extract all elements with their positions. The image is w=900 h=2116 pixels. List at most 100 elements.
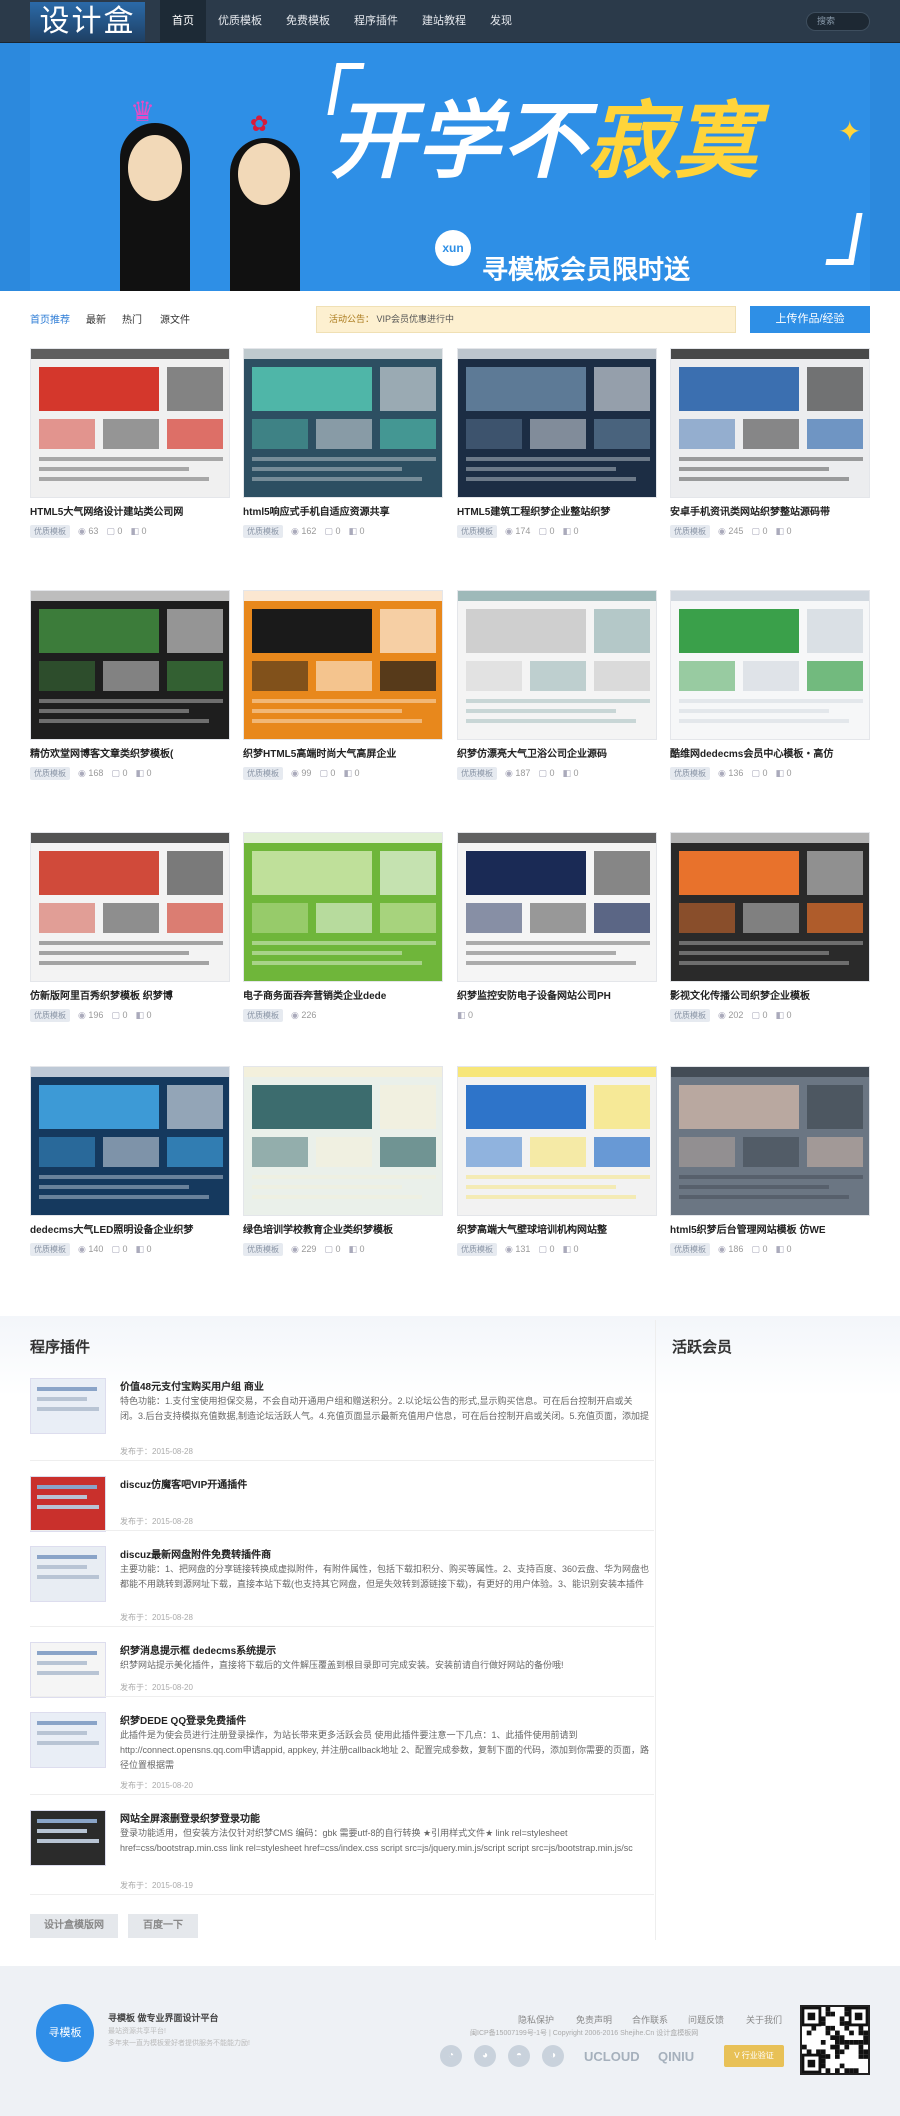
template-thumbnail[interactable]	[670, 1066, 870, 1216]
template-card[interactable]: 安卓手机资讯类网站织梦整站源码带 优质模板 ◉ 245 ▢ 0 ◧ 0	[670, 348, 870, 538]
wechat-icon[interactable]: ◕	[474, 2045, 496, 2067]
category-tag[interactable]: 优质模板	[457, 766, 497, 780]
tab-source-files[interactable]: 源文件	[160, 311, 190, 326]
plugin-thumbnail[interactable]	[30, 1378, 106, 1434]
plugin-title[interactable]: 织梦DEDE QQ登录免费插件	[120, 1712, 246, 1727]
tencent-icon[interactable]: ◑	[542, 2045, 564, 2067]
plugin-title[interactable]: 织梦消息提示框 dedecms系统提示	[120, 1642, 276, 1657]
template-title[interactable]: 绿色培训学校教育企业类织梦模板	[243, 1224, 443, 1238]
site-logo[interactable]: 设计盒	[30, 2, 145, 42]
footer-logo[interactable]: 寻模板	[36, 2004, 94, 2062]
category-tag[interactable]: 优质模板	[243, 1242, 283, 1256]
template-title[interactable]: 织梦监控安防电子设备网站公司PH	[457, 990, 657, 1004]
nav-premium-templates[interactable]: 优质模板	[206, 0, 274, 43]
template-card[interactable]: 影视文化传播公司织梦企业模板 优质模板 ◉ 202 ▢ 0 ◧ 0	[670, 832, 870, 1022]
template-title[interactable]: 织梦仿漂亮大气卫浴公司企业源码	[457, 748, 657, 762]
footer-link-feedback[interactable]: 问题反馈	[688, 2013, 724, 2026]
footer-link-about[interactable]: 关于我们	[746, 2013, 782, 2026]
template-card[interactable]: 精仿欢堂网博客文章类织梦模板(优质模板 ◉ 168 ▢ 0 ◧ 0	[30, 590, 230, 780]
template-card[interactable]: 绿色培训学校教育企业类织梦模板 优质模板 ◉ 229 ▢ 0 ◧ 0	[243, 1066, 443, 1256]
plugin-item[interactable]: discuz仿魔客吧VIP开通插件 发布于：2015-08-28	[30, 1476, 654, 1532]
template-card[interactable]: 织梦HTML5高端时尚大气高屏企业 优质模板 ◉ 99 ▢ 0 ◧ 0	[243, 590, 443, 780]
tab-latest[interactable]: 最新	[86, 311, 106, 326]
category-tag[interactable]: 优质模板	[670, 1242, 710, 1256]
category-tag[interactable]: 优质模板	[670, 766, 710, 780]
template-card[interactable]: 仿新版阿里百秀织梦模板 织梦博 优质模板 ◉ 196 ▢ 0 ◧ 0	[30, 832, 230, 1022]
category-tag[interactable]: 优质模板	[30, 1242, 70, 1256]
category-tag[interactable]: 优质模板	[670, 1008, 710, 1022]
template-thumbnail[interactable]	[243, 1066, 443, 1216]
plugin-title[interactable]: discuz仿魔客吧VIP开通插件	[120, 1476, 247, 1491]
nav-free-templates[interactable]: 免费模板	[274, 0, 342, 43]
template-title[interactable]: html5响应式手机自适应资源共享	[243, 506, 443, 520]
template-card[interactable]: 织梦高端大气壁球培训机构网站整 优质模板 ◉ 131 ▢ 0 ◧ 0	[457, 1066, 657, 1256]
weibo-icon[interactable]: ◔	[440, 2045, 462, 2067]
plugin-item[interactable]: 织梦DEDE QQ登录免费插件 此插件是为使会员进行注册登录操作，为站长带来更多活…	[30, 1712, 654, 1796]
template-card[interactable]: html5织梦后台管理网站模板 仿WE 优质模板 ◉ 186 ▢ 0 ◧ 0	[670, 1066, 870, 1256]
category-tag[interactable]: 优质模板	[30, 1008, 70, 1022]
baidu-link-button[interactable]: 百度一下	[128, 1914, 198, 1938]
promo-banner[interactable]: ♛ ✿ ✦ 开学不寂寞 xun 寻模板会员限时送	[30, 43, 870, 291]
category-tag[interactable]: 优质模板	[670, 524, 710, 538]
template-title[interactable]: 织梦HTML5高端时尚大气高屏企业	[243, 748, 443, 762]
category-tag[interactable]: 优质模板	[243, 524, 283, 538]
template-card[interactable]: html5响应式手机自适应资源共享 优质模板 ◉ 162 ▢ 0 ◧ 0	[243, 348, 443, 538]
template-card[interactable]: 织梦仿漂亮大气卫浴公司企业源码 优质模板 ◉ 187 ▢ 0 ◧ 0	[457, 590, 657, 780]
nav-plugins[interactable]: 程序插件	[342, 0, 410, 43]
template-title[interactable]: dedecms大气LED照明设备企业织梦	[30, 1224, 230, 1238]
template-thumbnail[interactable]	[30, 1066, 230, 1216]
nav-home[interactable]: 首页	[160, 0, 206, 43]
plugin-thumbnail[interactable]	[30, 1642, 106, 1698]
template-title[interactable]: 仿新版阿里百秀织梦模板 织梦博	[30, 990, 230, 1004]
template-title[interactable]: 精仿欢堂网博客文章类织梦模板(	[30, 748, 230, 762]
template-thumbnail[interactable]	[30, 348, 230, 498]
category-tag[interactable]: 优质模板	[30, 766, 70, 780]
plugin-title[interactable]: 价值48元支付宝购买用户组 商业	[120, 1378, 264, 1393]
shejihe-link-button[interactable]: 设计盒模版网	[30, 1914, 118, 1938]
nav-discover[interactable]: 发现	[478, 0, 524, 43]
template-card[interactable]: 织梦监控安防电子设备网站公司PH ◧ 0	[457, 832, 657, 1022]
tab-recommended[interactable]: 首页推荐	[30, 311, 70, 326]
category-tag[interactable]: 优质模板	[457, 524, 497, 538]
template-thumbnail[interactable]	[457, 348, 657, 498]
template-title[interactable]: 织梦高端大气壁球培训机构网站整	[457, 1224, 657, 1238]
template-thumbnail[interactable]	[243, 348, 443, 498]
template-title[interactable]: html5织梦后台管理网站模板 仿WE	[670, 1224, 870, 1238]
plugin-item[interactable]: 网站全屏滚删登录织梦登录功能 登录功能适用，但安装方法仅针对织梦CMS 编码：gb…	[30, 1810, 654, 1896]
footer-link-contact[interactable]: 合作联系	[632, 2013, 668, 2026]
plugin-title[interactable]: discuz最新网盘附件免费转插件商	[120, 1546, 271, 1561]
qq-icon[interactable]: ◓	[508, 2045, 530, 2067]
template-thumbnail[interactable]	[457, 1066, 657, 1216]
template-title[interactable]: 影视文化传播公司织梦企业模板	[670, 990, 870, 1004]
template-title[interactable]: HTML5大气网络设计建站类公司网	[30, 506, 230, 520]
template-card[interactable]: HTML5建筑工程织梦企业整站织梦 优质模板 ◉ 174 ▢ 0 ◧ 0	[457, 348, 657, 538]
upload-button[interactable]: 上传作品/经验	[750, 306, 870, 333]
search-input[interactable]: 搜索	[806, 12, 870, 31]
plugin-thumbnail[interactable]	[30, 1546, 106, 1602]
tab-hot[interactable]: 热门	[122, 311, 142, 326]
plugin-item[interactable]: 织梦消息提示框 dedecms系统提示 织梦网站提示美化插件，直接将下载后的文件解…	[30, 1642, 654, 1698]
category-tag[interactable]: 优质模板	[243, 1008, 283, 1022]
category-tag[interactable]: 优质模板	[243, 766, 283, 780]
template-thumbnail[interactable]	[30, 832, 230, 982]
template-thumbnail[interactable]	[457, 832, 657, 982]
template-card[interactable]: 电子商务面吞奔营销类企业dede 优质模板 ◉ 226	[243, 832, 443, 1022]
template-thumbnail[interactable]	[30, 590, 230, 740]
template-thumbnail[interactable]	[670, 348, 870, 498]
template-thumbnail[interactable]	[670, 832, 870, 982]
plugin-thumbnail[interactable]	[30, 1476, 106, 1532]
plugin-title[interactable]: 网站全屏滚删登录织梦登录功能	[120, 1810, 260, 1825]
template-title[interactable]: 电子商务面吞奔营销类企业dede	[243, 990, 443, 1004]
template-title[interactable]: HTML5建筑工程织梦企业整站织梦	[457, 506, 657, 520]
template-card[interactable]: HTML5大气网络设计建站类公司网 优质模板 ◉ 63 ▢ 0 ◧ 0	[30, 348, 230, 538]
category-tag[interactable]: 优质模板	[457, 1242, 497, 1256]
notice-bar[interactable]: 活动公告： VIP会员优惠进行中	[316, 306, 736, 333]
plugin-item[interactable]: 价值48元支付宝购买用户组 商业 特色功能：1.支付宝使用担保交易，不会自动开通用…	[30, 1378, 654, 1462]
template-thumbnail[interactable]	[243, 832, 443, 982]
template-card[interactable]: 酷维网dedecms会员中心模板・高仿 优质模板 ◉ 136 ▢ 0 ◧ 0	[670, 590, 870, 780]
template-title[interactable]: 酷维网dedecms会员中心模板・高仿	[670, 748, 870, 762]
template-thumbnail[interactable]	[243, 590, 443, 740]
footer-link-privacy[interactable]: 隐私保护	[518, 2013, 554, 2026]
plugin-thumbnail[interactable]	[30, 1712, 106, 1768]
template-thumbnail[interactable]	[670, 590, 870, 740]
